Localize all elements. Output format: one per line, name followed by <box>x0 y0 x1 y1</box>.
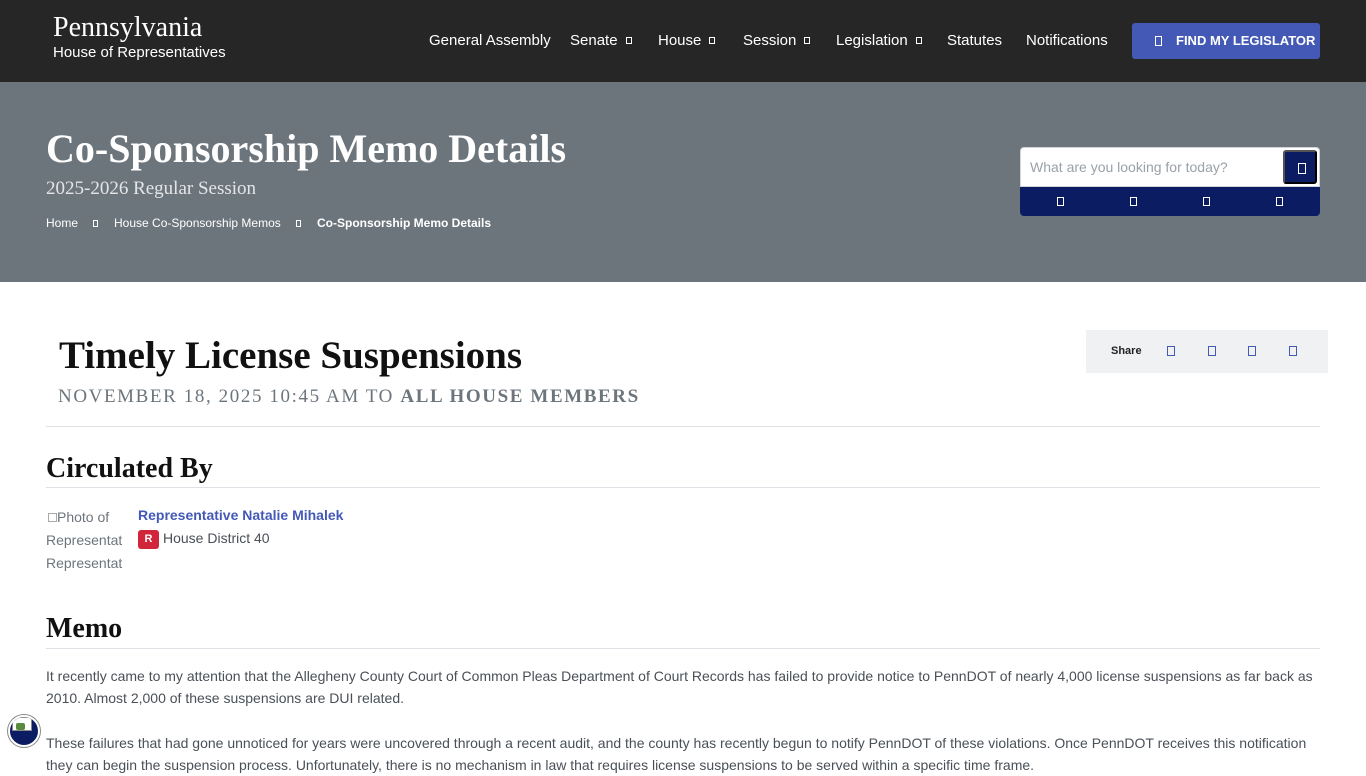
quick-link-icon[interactable] <box>1203 197 1210 206</box>
page-title: Co-Sponsorship Memo Details <box>46 126 567 171</box>
facebook-icon[interactable] <box>1167 346 1175 356</box>
quick-link-icon[interactable] <box>1057 197 1064 206</box>
image-placeholder-icon <box>16 723 25 730</box>
divider <box>46 426 1320 427</box>
breadcrumb-current: Co-Sponsorship Memo Details <box>317 216 492 230</box>
nav-statutes[interactable]: Statutes <box>947 31 1002 51</box>
quick-link-icon[interactable] <box>1130 197 1137 206</box>
nav-legislation[interactable]: Legislation <box>836 31 922 51</box>
quick-link-icon[interactable] <box>1276 197 1283 206</box>
memo-heading: Memo <box>46 613 123 644</box>
chevron-down-icon <box>625 37 632 44</box>
email-icon[interactable] <box>1289 346 1297 356</box>
photo-alt-text: Photo of Representative Representative <box>46 509 122 571</box>
memo-recipients: ALL HOUSE MEMBERS <box>400 386 640 407</box>
memo-title: Timely License Suspensions <box>59 334 523 377</box>
nav-label: Legislation <box>836 32 908 49</box>
nav-notifications[interactable]: Notifications <box>1026 31 1108 51</box>
breadcrumb-home[interactable]: Home <box>46 215 78 231</box>
memo-paragraph: It recently came to my attention that th… <box>46 668 1313 706</box>
nav-label: General Assembly <box>429 32 551 49</box>
accessibility-widget-button[interactable] <box>8 715 40 747</box>
site-search <box>1020 147 1320 217</box>
location-icon <box>1155 36 1162 46</box>
search-bar <box>1020 147 1320 187</box>
share-bar: Share <box>1086 330 1328 373</box>
district-label: House District 40 <box>163 530 270 546</box>
site-subtitle: House of Representatives <box>53 44 226 61</box>
quick-links-bar <box>1020 187 1320 216</box>
nav-house[interactable]: House <box>658 31 716 51</box>
breadcrumb-memos[interactable]: House Co-Sponsorship Memos <box>114 215 281 231</box>
session-subtitle: 2025-2026 Regular Session <box>46 178 257 199</box>
broken-image-icon <box>48 513 57 522</box>
nav-label: Statutes <box>947 32 1003 49</box>
nav-session[interactable]: Session <box>743 31 811 51</box>
circulated-by-heading: Circulated By <box>46 453 213 484</box>
memo-paragraph: These failures that had gone unnoticed f… <box>46 735 1307 773</box>
nav-label: Session <box>743 32 797 49</box>
search-icon <box>1298 163 1306 174</box>
representative-link[interactable]: Representative Natalie Mihalek <box>138 507 343 524</box>
site-title: Pennsylvania <box>53 12 203 43</box>
page-hero: Co-Sponsorship Memo Details 2025-2026 Re… <box>0 82 1366 282</box>
memo-meta: NOVEMBER 18, 2025 10:45 AM TO ALL HOUSE … <box>58 386 640 408</box>
share-label: Share <box>1111 345 1142 357</box>
nav-general-assembly[interactable]: General Assembly <box>429 31 551 51</box>
nav-label: House <box>658 32 702 49</box>
divider <box>46 648 1320 649</box>
find-my-legislator-label: FIND MY LEGISLATOR <box>1176 33 1316 48</box>
representative-photo: Photo of Representative Representative <box>46 506 122 580</box>
chevron-down-icon <box>915 37 922 44</box>
chevron-right-icon <box>93 220 98 227</box>
chevron-down-icon <box>709 37 716 44</box>
x-icon[interactable] <box>1208 346 1216 356</box>
nav-senate[interactable]: Senate <box>570 31 632 51</box>
find-my-legislator-button[interactable]: FIND MY LEGISLATOR <box>1132 23 1320 59</box>
nav-label: Senate <box>570 32 618 49</box>
search-button[interactable] <box>1283 150 1317 184</box>
chevron-right-icon <box>296 220 301 227</box>
top-navbar: Pennsylvania House of Representatives Ge… <box>0 0 1366 82</box>
chevron-down-icon <box>804 37 811 44</box>
search-input[interactable] <box>1021 148 1279 186</box>
divider <box>46 487 1320 488</box>
memo-date: NOVEMBER 18, 2025 10:45 AM TO <box>58 386 395 407</box>
nav-label: Notifications <box>1026 32 1108 49</box>
site-logo[interactable]: Pennsylvania House of Representatives <box>53 12 226 62</box>
party-badge: R <box>138 530 159 549</box>
linkedin-icon[interactable] <box>1248 346 1256 356</box>
